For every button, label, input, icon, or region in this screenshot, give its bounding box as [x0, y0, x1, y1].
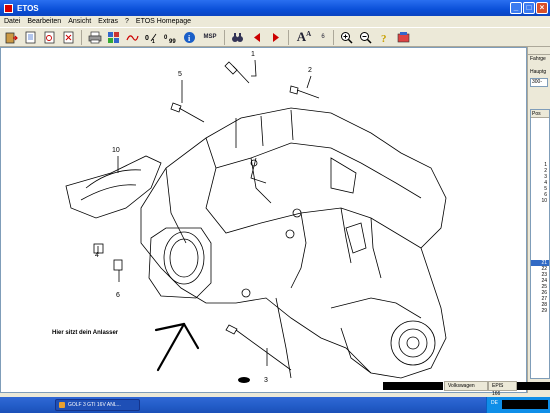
- toolbar-separator: [81, 29, 82, 45]
- status-brand: Volkswagen: [444, 381, 488, 391]
- app-icon: [59, 402, 65, 408]
- help-icon[interactable]: ?: [376, 29, 393, 46]
- export-icon[interactable]: [60, 29, 77, 46]
- open-icon[interactable]: [22, 29, 39, 46]
- status-bar: Volkswagen EPIS 166: [0, 380, 550, 397]
- etos-window: ETOS _ □ × Datei Bearbeiten Ansicht Extr…: [0, 0, 550, 413]
- menu-datei[interactable]: Datei: [4, 18, 20, 25]
- svg-text:0: 0: [145, 35, 149, 42]
- part-number-2[interactable]: 2: [308, 67, 312, 74]
- part-number-5[interactable]: 5: [178, 71, 182, 78]
- menu-bar: Datei Bearbeiten Ansicht Extras ? ETOS H…: [0, 16, 550, 27]
- sort-icon[interactable]: 01: [143, 29, 160, 46]
- part-number-10[interactable]: 10: [112, 147, 120, 154]
- exit-icon[interactable]: [3, 29, 20, 46]
- font-large-glyph: A: [296, 29, 307, 44]
- menu-help[interactable]: ?: [125, 18, 129, 25]
- menu-extras[interactable]: Extras: [98, 18, 118, 25]
- svg-text:1: 1: [152, 39, 155, 44]
- gearbox-exploded-diagram: 1 2 3 4 5 6 10: [65, 51, 447, 384]
- diagram-view[interactable]: 1 2 3 4 5 6 10 Hier sitzt dein Anlasser: [0, 47, 527, 393]
- position-item[interactable]: 29: [531, 308, 549, 314]
- part-number-1[interactable]: 1: [251, 51, 255, 58]
- toolbar-separator: [333, 29, 334, 45]
- taskbar-item-label: GOLF 3 GTI 16V ANL...: [68, 402, 121, 408]
- part-number-4[interactable]: 4: [95, 252, 99, 259]
- annotation-caption: Hier sitzt dein Anlasser: [52, 330, 119, 336]
- grid-icon[interactable]: [105, 29, 122, 46]
- next-icon[interactable]: [267, 29, 284, 46]
- etos-app-icon: [4, 3, 13, 13]
- taskbar: GOLF 3 GTI 16V ANL... DE: [0, 397, 550, 413]
- position-list-header[interactable]: Pos: [531, 110, 549, 118]
- fahrgestell-label: Fahrge: [530, 56, 546, 62]
- tray-redacted: [502, 400, 548, 409]
- menu-ansicht[interactable]: Ansicht: [68, 18, 91, 25]
- status-redacted-2: [517, 382, 550, 390]
- svg-text:?: ?: [381, 33, 387, 44]
- right-panel: Fahrge Hauptg 300- Pos 1 2 3 4 5 6 10 21…: [527, 47, 550, 393]
- language-indicator[interactable]: DE: [491, 400, 498, 406]
- title-bar: ETOS _ □ ×: [0, 0, 550, 16]
- zoom-out-icon[interactable]: [357, 29, 374, 46]
- number-icon[interactable]: 0 99: [162, 29, 179, 46]
- svg-text:99: 99: [169, 39, 176, 44]
- toolbar-separator: [288, 29, 289, 45]
- toolbar: 01 0 99 i MSP A A 6 ?: [0, 27, 550, 47]
- hauptgruppe-label: Hauptg: [530, 69, 547, 75]
- msp-icon[interactable]: MSP: [200, 29, 220, 46]
- part-number-6[interactable]: 6: [116, 292, 120, 299]
- font-small-glyph: A: [306, 30, 312, 38]
- window-title: ETOS: [17, 3, 39, 13]
- position-list[interactable]: Pos 1 2 3 4 5 6 10 21 22 23 24 25 26 27 …: [530, 109, 550, 379]
- minimize-button[interactable]: _: [510, 2, 522, 14]
- status-epis: EPIS 166: [488, 381, 517, 397]
- right-panel-header: [528, 47, 550, 55]
- hauptgruppe-field[interactable]: 300-: [530, 78, 548, 87]
- status-redacted: [383, 382, 443, 390]
- svg-text:0: 0: [164, 35, 168, 41]
- binoculars-icon[interactable]: [229, 29, 246, 46]
- shop-icon[interactable]: [395, 29, 412, 46]
- zoom-in-icon[interactable]: [338, 29, 355, 46]
- prev-icon[interactable]: [248, 29, 265, 46]
- close-button[interactable]: ×: [536, 2, 548, 14]
- page-number: 6: [321, 34, 325, 40]
- menu-etos-homepage[interactable]: ETOS Homepage: [136, 18, 191, 25]
- font-size-icon[interactable]: A A: [293, 29, 315, 46]
- info-icon[interactable]: i: [181, 29, 198, 46]
- menu-bearbeiten[interactable]: Bearbeiten: [27, 18, 61, 25]
- taskbar-item-golf[interactable]: GOLF 3 GTI 16V ANL...: [55, 399, 140, 411]
- maximize-button[interactable]: □: [523, 2, 535, 14]
- catalog-icon[interactable]: [41, 29, 58, 46]
- wave-icon[interactable]: [124, 29, 141, 46]
- print-icon[interactable]: [86, 29, 103, 46]
- toolbar-separator: [224, 29, 225, 45]
